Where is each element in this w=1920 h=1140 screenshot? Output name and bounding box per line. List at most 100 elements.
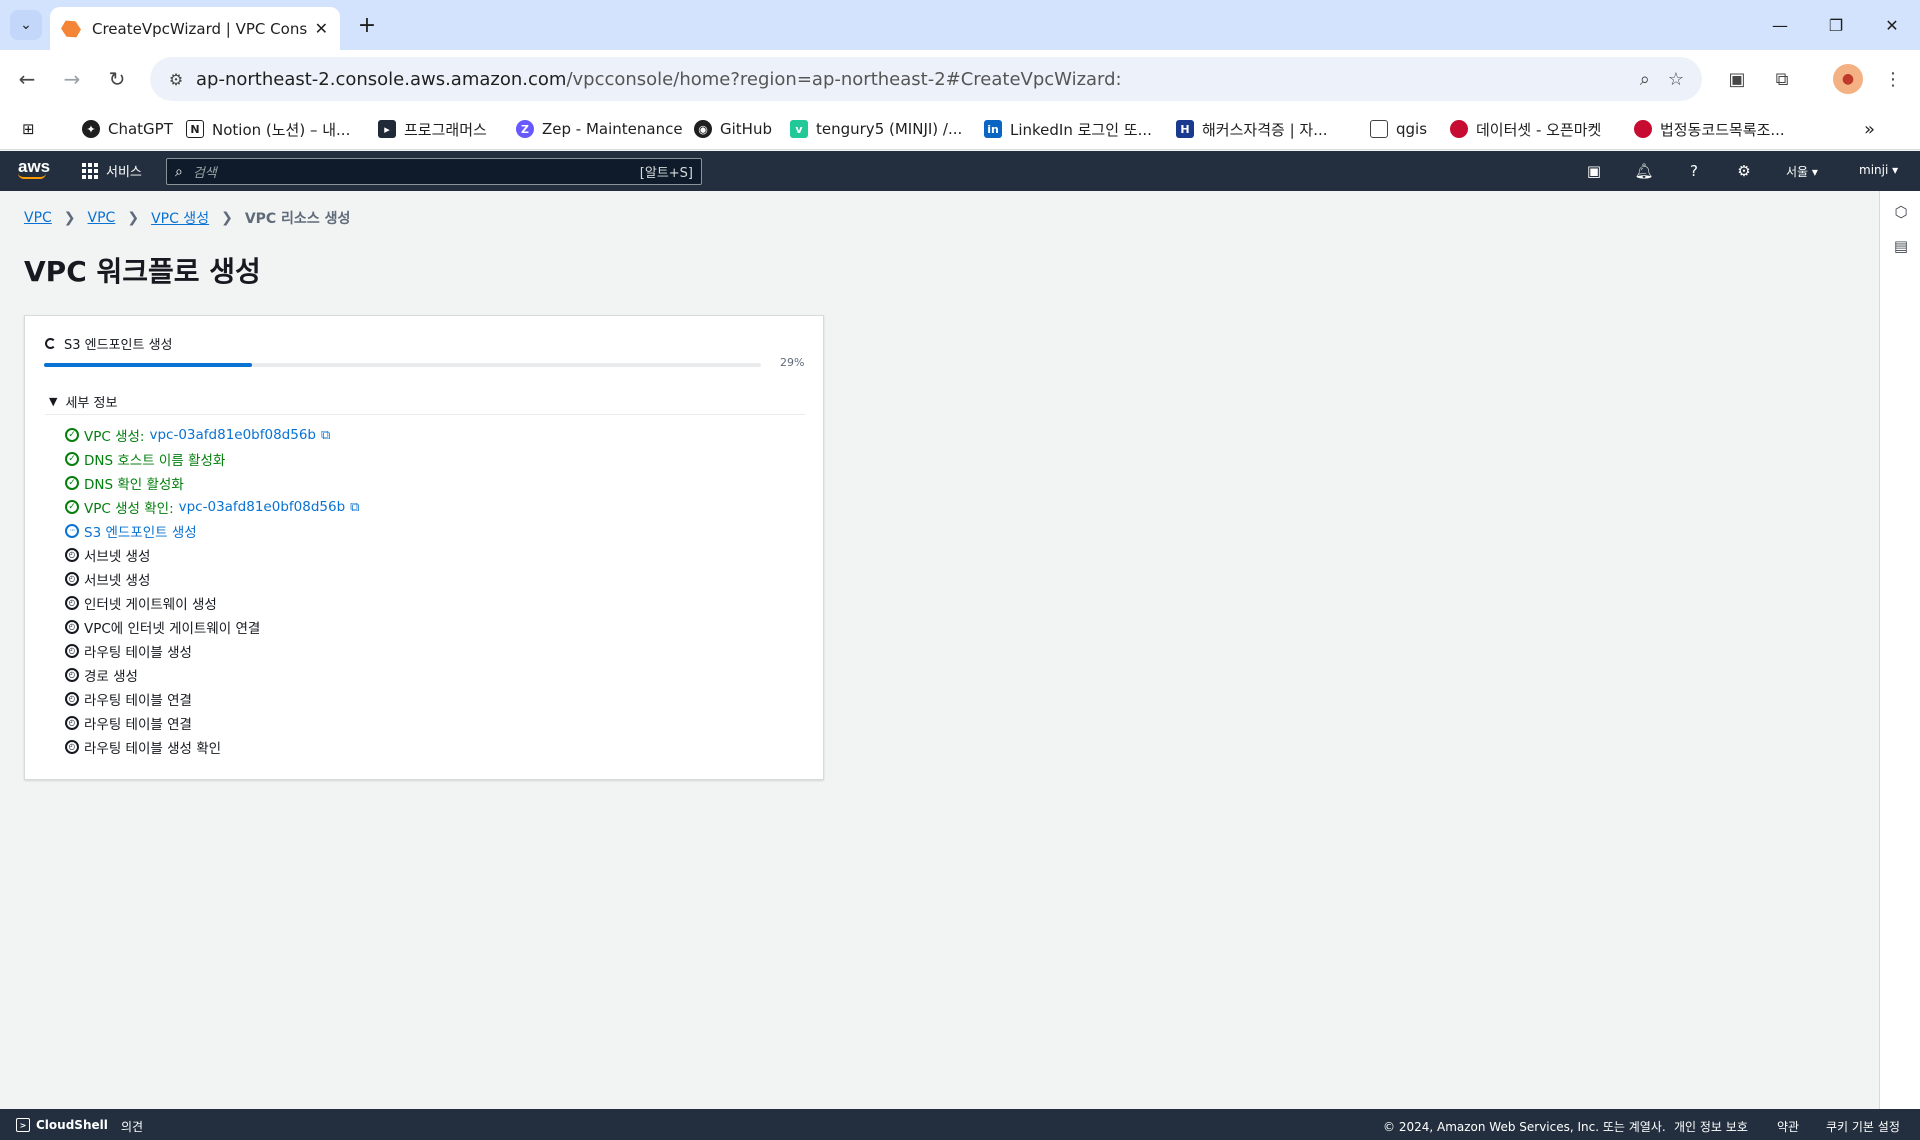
- address-bar[interactable]: ⚙ ap-northeast-2.console.aws.amazon.com/…: [150, 57, 1702, 101]
- external-link-icon[interactable]: ⧉: [321, 428, 330, 443]
- bookmark-github[interactable]: ◉ GitHub: [694, 118, 772, 140]
- status-pending-clock-icon: ◴: [65, 716, 79, 730]
- forward-arrow-icon[interactable]: →: [57, 64, 87, 94]
- new-tab-button[interactable]: +: [352, 10, 382, 40]
- panel-toggle-icon[interactable]: ⬡: [1892, 203, 1910, 221]
- breadcrumb-vpc[interactable]: VPC: [88, 210, 116, 226]
- vpc-resource-link[interactable]: vpc-03afd81e0bf08d56b: [179, 499, 346, 515]
- aws-footer: > CloudShell 의견 © 2024, Amazon Web Servic…: [0, 1109, 1920, 1140]
- linkedin-icon: in: [984, 120, 1002, 138]
- help-icon[interactable]: ?: [1683, 161, 1705, 181]
- region-selector[interactable]: 서울 ▾: [1786, 163, 1818, 180]
- reload-icon[interactable]: ↻: [102, 64, 132, 94]
- step-item: ✓ VPC 생성 확인: vpc-03afd81e0bf08d56b ⧉: [65, 495, 359, 519]
- bookmark-dataset[interactable]: 데이터셋 - 오픈마켓: [1450, 118, 1601, 140]
- extensions-puzzle-icon[interactable]: ⧉: [1767, 64, 1797, 94]
- privacy-link[interactable]: 개인 정보 보호: [1674, 1118, 1748, 1135]
- status-pending-clock-icon: ◴: [65, 668, 79, 682]
- copyright-text: © 2024, Amazon Web Services, Inc. 또는 계열사…: [1383, 1120, 1666, 1134]
- external-link-icon[interactable]: ⧉: [350, 500, 359, 515]
- github-icon: ◉: [694, 120, 712, 138]
- bookmark-notion[interactable]: N Notion (노션) – 내...: [186, 118, 350, 140]
- right-utility-rail: ⬡ ▤: [1879, 191, 1920, 1109]
- terms-link[interactable]: 약관: [1777, 1118, 1799, 1135]
- step-label: DNS 확인 활성화: [84, 477, 184, 493]
- tab-close-icon[interactable]: ✕: [315, 19, 328, 38]
- tab-search-chevron-icon[interactable]: ⌄: [10, 10, 42, 40]
- profile-avatar[interactable]: ●: [1833, 64, 1863, 94]
- notifications-bell-icon[interactable]: 🔔︎: [1633, 161, 1655, 181]
- step-label: 경로 생성: [84, 669, 138, 685]
- step-label: VPC 생성 확인:: [84, 501, 174, 517]
- vpc-resource-link[interactable]: vpc-03afd81e0bf08d56b: [149, 427, 316, 443]
- bookmark-velog[interactable]: v tengury5 (MINJI) /...: [790, 118, 962, 140]
- progress-bar-fill: [44, 363, 252, 367]
- apps-grid-icon[interactable]: ⊞: [22, 118, 35, 140]
- status-pending-clock-icon: ◴: [65, 620, 79, 634]
- breadcrumb-vpc-root[interactable]: VPC: [24, 210, 52, 226]
- minimize-icon[interactable]: —: [1752, 0, 1808, 50]
- bookmark-zep[interactable]: Z Zep - Maintenance: [516, 118, 683, 140]
- status-pending-clock-icon: ◴: [65, 572, 79, 586]
- step-label: 라우팅 테이블 생성 확인: [84, 741, 222, 757]
- restore-icon[interactable]: ❐: [1808, 0, 1864, 50]
- site-settings-icon[interactable]: ⚙: [156, 70, 196, 89]
- feedback-icon[interactable]: ▤: [1892, 237, 1910, 255]
- aws-search-input[interactable]: ⌕ 검색 [알트+S]: [166, 158, 702, 185]
- feedback-link[interactable]: 의견: [121, 1118, 143, 1135]
- caret-down-icon: ▼: [49, 395, 58, 408]
- aws-logo[interactable]: aws: [18, 157, 50, 179]
- status-success-icon: ✓: [65, 452, 79, 466]
- steps-list: ✓ VPC 생성: vpc-03afd81e0bf08d56b ⧉ ✓ DNS 호스트 이…: [65, 423, 359, 759]
- bookmark-linkedin[interactable]: in LinkedIn 로그인 또...: [984, 118, 1152, 140]
- step-label: S3 엔드포인트 생성: [84, 525, 197, 541]
- programmers-icon: ▸: [378, 120, 396, 138]
- status-in-progress-icon: ···: [65, 524, 79, 538]
- status-pending-clock-icon: ◴: [65, 644, 79, 658]
- cloudshell-icon: >: [16, 1118, 30, 1132]
- bookmarks-overflow-icon[interactable]: »: [1864, 118, 1875, 140]
- notion-icon: N: [186, 120, 204, 138]
- bookmark-legal-code[interactable]: 법정동코드목록조...: [1634, 118, 1785, 140]
- search-icon: ⌕: [175, 163, 183, 180]
- step-item: ◴ 서브넷 생성: [65, 543, 359, 567]
- step-item: ✓ VPC 생성: vpc-03afd81e0bf08d56b ⧉: [65, 423, 359, 447]
- bookmark-qgis[interactable]: qgis: [1370, 118, 1427, 140]
- status-success-icon: ✓: [65, 476, 79, 490]
- cloudshell-icon[interactable]: ▣: [1583, 161, 1605, 181]
- window-close-icon[interactable]: ✕: [1864, 0, 1920, 50]
- services-grid-icon: [82, 162, 98, 179]
- zoom-icon[interactable]: ⌕: [1640, 69, 1650, 90]
- cloudshell-button[interactable]: > CloudShell: [16, 1118, 108, 1132]
- step-item: ◴ 라우팅 테이블 생성 확인: [65, 735, 359, 759]
- workflow-panel: S3 엔드포인트 생성 29% ▼ 세부 정보 ✓ VPC 생성: vpc-03af…: [24, 315, 824, 780]
- step-item: ◴ 서브넷 생성: [65, 567, 359, 591]
- services-menu-button[interactable]: 서비스: [82, 161, 142, 180]
- cookie-preferences-link[interactable]: 쿠키 기본 설정: [1826, 1118, 1900, 1135]
- page-title: VPC 워크플로 생성: [24, 255, 261, 288]
- folder-icon: [1370, 120, 1388, 138]
- status-pending-clock-icon: ◴: [65, 548, 79, 562]
- bookmark-chatgpt[interactable]: ✦ ChatGPT: [82, 118, 173, 140]
- velog-icon: v: [790, 120, 808, 138]
- korea-gov-icon: [1450, 120, 1468, 138]
- back-arrow-icon[interactable]: ←: [12, 64, 42, 94]
- chevron-right-icon: ❯: [127, 210, 140, 226]
- settings-gear-icon[interactable]: ⚙: [1733, 161, 1755, 181]
- step-item: ◴ 라우팅 테이블 연결: [65, 687, 359, 711]
- bookmark-star-icon[interactable]: ☆: [1668, 69, 1684, 90]
- chevron-right-icon: ❯: [221, 210, 233, 226]
- browser-tab-active[interactable]: CreateVpcWizard | VPC Console ✕: [50, 7, 340, 50]
- status-success-icon: ✓: [65, 428, 79, 442]
- reading-list-icon[interactable]: ▣: [1722, 64, 1752, 94]
- breadcrumb-create-vpc[interactable]: VPC 생성: [151, 208, 209, 228]
- details-expander[interactable]: ▼ 세부 정보: [49, 392, 117, 411]
- chrome-menu-icon[interactable]: ⋮: [1878, 64, 1908, 94]
- bookmark-programmers[interactable]: ▸ 프로그래머스: [378, 118, 487, 140]
- step-item: ◴ 라우팅 테이블 생성: [65, 639, 359, 663]
- url-text[interactable]: ap-northeast-2.console.aws.amazon.com/vp…: [196, 69, 1622, 90]
- browser-toolbar: ← → ↻ ⚙ ap-northeast-2.console.aws.amazo…: [0, 50, 1920, 108]
- bookmark-hackers[interactable]: H 해커스자격증 | 자...: [1176, 118, 1328, 140]
- account-menu[interactable]: minji ▾: [1859, 163, 1898, 177]
- step-label: 인터넷 게이트웨이 생성: [84, 597, 217, 613]
